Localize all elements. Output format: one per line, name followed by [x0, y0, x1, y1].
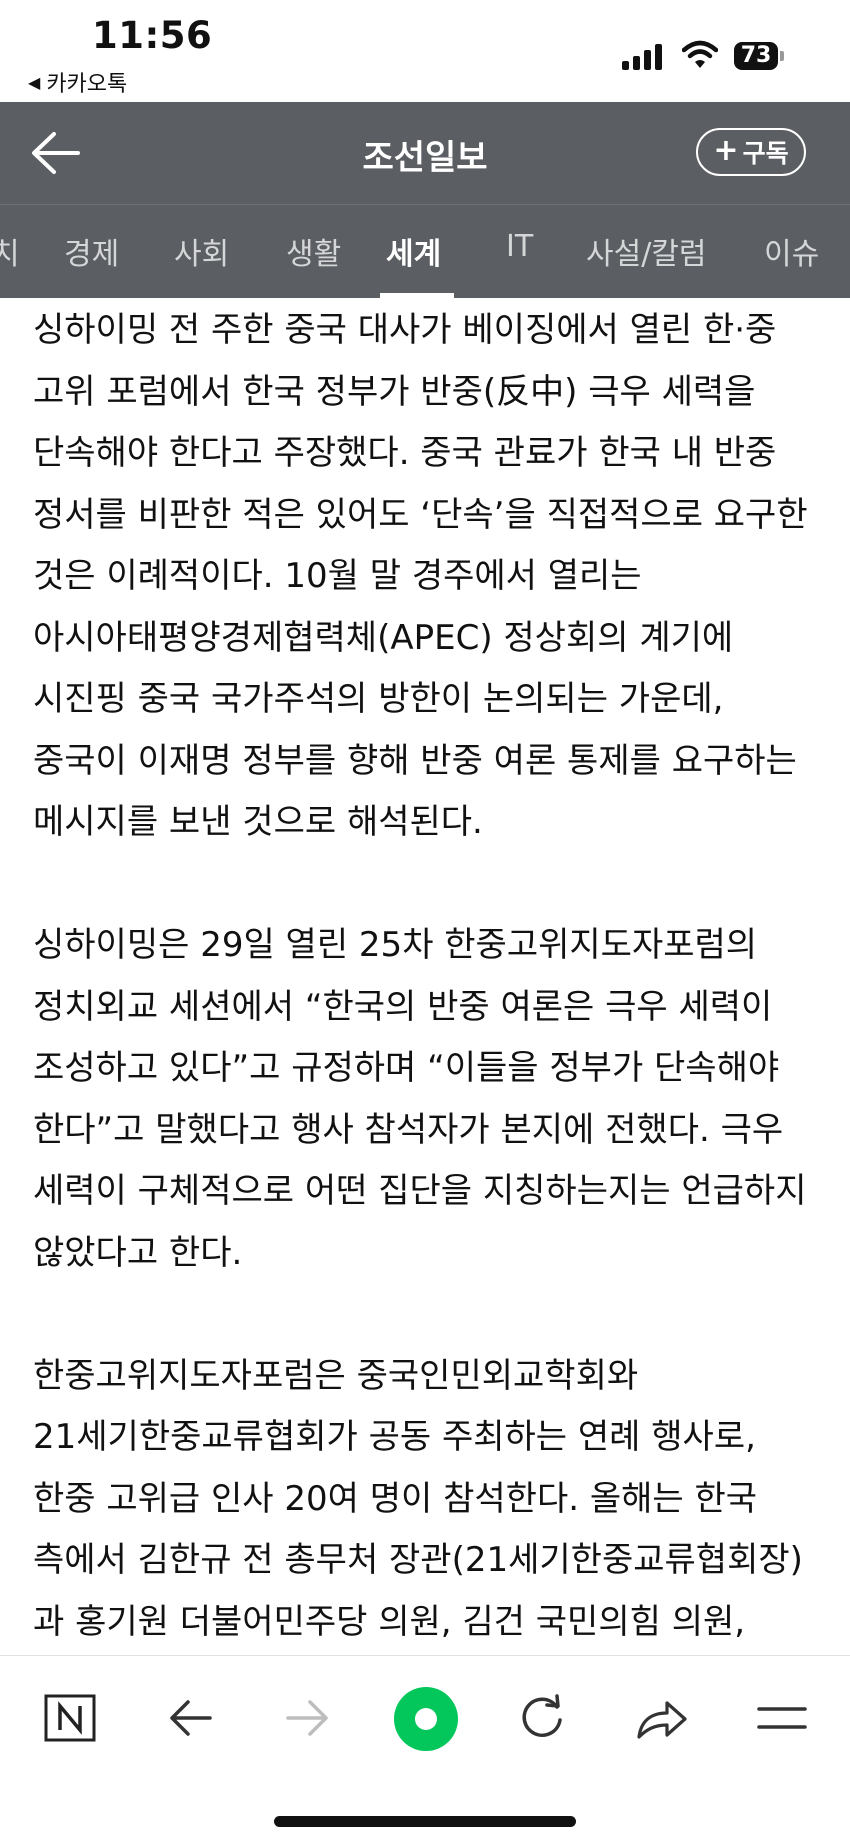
- tab-opinion[interactable]: 사설/칼럼: [586, 229, 707, 273]
- battery-level: 73: [734, 42, 778, 70]
- plus-icon: +: [713, 133, 739, 168]
- tab-politics[interactable]: 치: [0, 229, 20, 273]
- tab-life[interactable]: 생활: [286, 229, 341, 273]
- tab-issue[interactable]: 이슈: [764, 229, 819, 273]
- share-icon: [637, 1701, 687, 1739]
- naver-n-icon: [44, 1694, 96, 1742]
- refresh-icon: [522, 1694, 562, 1737]
- back-triangle-icon: ◀: [28, 72, 41, 92]
- forward-button[interactable]: [278, 1688, 338, 1748]
- app-header: 조선일보 + 구독: [0, 102, 850, 204]
- tab-it[interactable]: IT: [506, 229, 533, 264]
- battery-icon: 73: [734, 42, 784, 70]
- menu-button[interactable]: [752, 1688, 812, 1748]
- back-to-app-link[interactable]: ◀ 카카오톡: [28, 66, 127, 98]
- article-body: 싱하이밍 전 주한 중국 대사가 베이징에서 열린 한·중 고위 포럼에서 한국…: [33, 300, 823, 1660]
- back-app-label: 카카오톡: [46, 72, 128, 97]
- green-dot-button[interactable]: [393, 1686, 459, 1752]
- green-dot-icon: [394, 1687, 458, 1751]
- tab-economy[interactable]: 경제: [64, 229, 119, 273]
- subscribe-label: 구독: [742, 139, 789, 168]
- share-button[interactable]: [632, 1688, 692, 1748]
- back-button[interactable]: [160, 1688, 220, 1748]
- status-time: 11:56: [92, 14, 213, 57]
- article-paragraph: 싱하이밍은 29일 열린 25차 한중고위지도자포럼의 정치외교 세션에서 “한…: [33, 925, 807, 1273]
- section-tabs: 치 경제 사회 생활 세계 IT 사설/칼럼 이슈: [0, 204, 850, 298]
- active-tab-indicator: [380, 293, 454, 298]
- wifi-icon: [682, 40, 718, 68]
- back-arrow-icon: [170, 1700, 212, 1736]
- refresh-button[interactable]: [512, 1688, 572, 1748]
- bottom-toolbar: [0, 1655, 850, 1841]
- tab-world[interactable]: 세계: [386, 229, 441, 273]
- menu-icon: [757, 1707, 807, 1729]
- article-paragraph: 한중고위지도자포럼은 중국인민외교학회와 21세기한중교류협회가 공동 주최하는…: [33, 1355, 803, 1642]
- forward-arrow-icon: [286, 1700, 328, 1736]
- cellular-signal-icon: [622, 44, 664, 70]
- home-indicator[interactable]: [274, 1816, 576, 1827]
- tab-society[interactable]: 사회: [174, 229, 229, 273]
- subscribe-button[interactable]: + 구독: [696, 128, 806, 176]
- article-paragraph: 싱하이밍 전 주한 중국 대사가 베이징에서 열린 한·중 고위 포럼에서 한국…: [33, 310, 808, 842]
- status-bar: 11:56 ◀ 카카오톡 73: [0, 0, 850, 102]
- naver-home-button[interactable]: [40, 1688, 100, 1748]
